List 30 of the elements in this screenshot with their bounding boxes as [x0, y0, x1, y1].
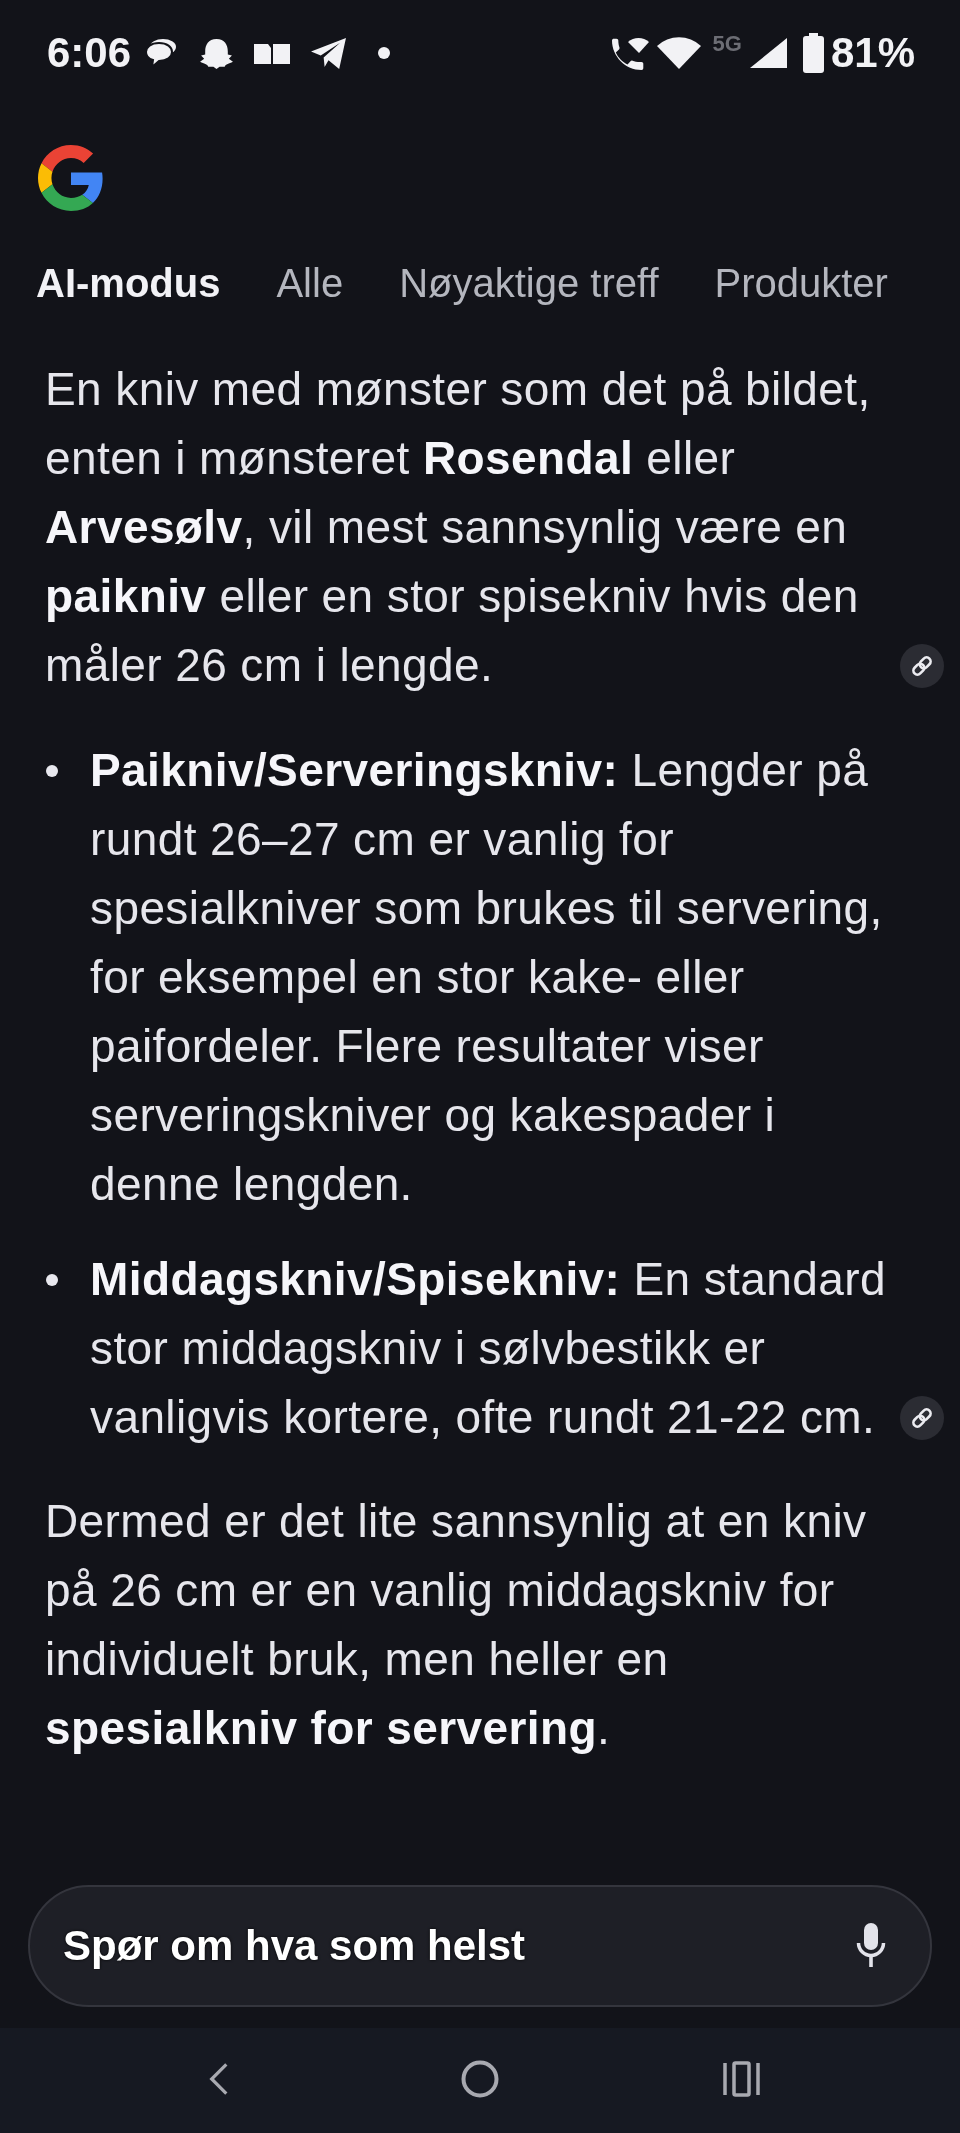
answer-paragraph: Dermed er det lite sannsynlig at en kniv på 26 cm er en vanlig middagskniv for individuelt bruk, men heller en spesialkniv for servering. — [45, 1495, 867, 1754]
wifi-icon — [656, 37, 701, 69]
answer-paragraph: En kniv med mønster som det på bildet, enten i mønsteret Rosendal eller Arvesølv, vil mest sannsynlig være en paikniv eller en stor spisekniv hvis den måler 26 cm i lengde. — [45, 362, 872, 693]
search-tab[interactable]: Nøyaktige treff — [399, 258, 659, 308]
g-logo-icon — [38, 145, 104, 211]
search-field[interactable]: Spør om hva som helst — [28, 1885, 932, 2007]
chat-bubbles-icon — [145, 38, 178, 68]
paper-plane-icon — [310, 36, 348, 70]
microphone-icon[interactable] — [856, 1923, 886, 1967]
bullet-dot-icon — [46, 765, 58, 777]
link-icon[interactable] — [900, 1396, 944, 1440]
two-blocks-icon — [254, 42, 291, 64]
ghost-icon — [198, 36, 236, 70]
home-icon[interactable] — [461, 2060, 499, 2098]
search-tab[interactable]: AI-modus — [36, 258, 221, 308]
link-icon[interactable] — [900, 644, 944, 688]
wifi-call-icon — [611, 35, 649, 71]
battery-icon — [802, 33, 824, 73]
search-tab[interactable]: Produkter — [714, 258, 888, 308]
back-icon[interactable] — [208, 2062, 230, 2096]
bullet-text: Paikniv/Serveringskniv: Lengder på rundt 26–27 cm er vanlig for spesialkniver som brukes til servering, for eksempel en stor kake- eller paifordeler. Flere resultater viser serveringskniver og kakespader i denne lengden. — [90, 744, 883, 1210]
status-time: 6:06 — [47, 29, 132, 77]
search-tab[interactable]: Alle — [276, 258, 344, 308]
signal-icon — [749, 38, 787, 68]
recents-icon[interactable] — [723, 2061, 760, 2097]
network-type: 5G — [712, 32, 742, 56]
battery-percent: 81% — [830, 29, 915, 77]
bullet-text: Middagskniv/Spisekniv: En standard stor middagskniv i sølvbestikk er vanligvis kortere, ofte rundt 21-22 cm. — [90, 1252, 887, 1445]
bullet-dot-icon — [46, 1274, 58, 1286]
dot-icon — [378, 47, 391, 59]
